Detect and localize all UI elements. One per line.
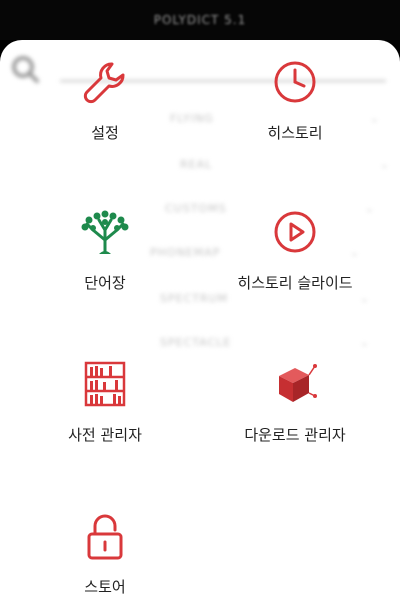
cube-icon <box>269 358 321 410</box>
menu-sheet: FLYING ⌄ REAL ⌄ CUSTOMS ⌄ PHONEMAP ⌄ SPE… <box>0 40 400 594</box>
menu-item-history-slide[interactable]: 히스토리 슬라이드 <box>195 190 395 300</box>
menu-item-label: 사전 관리자 <box>68 426 142 444</box>
background-row: REAL ⌄ <box>180 158 390 174</box>
menu-item-label: 설정 <box>91 124 119 142</box>
menu-item-store[interactable]: 스토어 <box>5 494 205 594</box>
menu-item-label: 단어장 <box>84 274 126 292</box>
bookshelf-icon <box>79 358 131 410</box>
menu-item-dictionary-manager[interactable]: 사전 관리자 <box>5 342 205 452</box>
wrench-icon <box>79 56 131 108</box>
menu-item-label: 스토어 <box>84 578 126 594</box>
menu-item-download-manager[interactable]: 다운로드 관리자 <box>195 342 395 452</box>
menu-item-wordbook[interactable]: 단어장 <box>5 190 205 300</box>
lock-icon <box>79 510 131 562</box>
menu-item-label: 히스토리 슬라이드 <box>237 274 353 292</box>
app-title: POLYDICT 5.1 <box>153 13 247 27</box>
menu-item-label: 다운로드 관리자 <box>244 426 346 444</box>
tree-icon <box>79 206 131 258</box>
clock-icon <box>269 56 321 108</box>
background-row-label: REAL <box>180 158 213 171</box>
play-circle-icon <box>269 206 321 258</box>
app-header: POLYDICT 5.1 <box>0 0 400 40</box>
chevron-down-icon: ⌄ <box>379 158 390 171</box>
menu-item-settings[interactable]: 설정 <box>5 40 205 150</box>
menu-item-label: 히스토리 <box>267 124 323 142</box>
menu-item-history[interactable]: 히스토리 <box>195 40 395 150</box>
